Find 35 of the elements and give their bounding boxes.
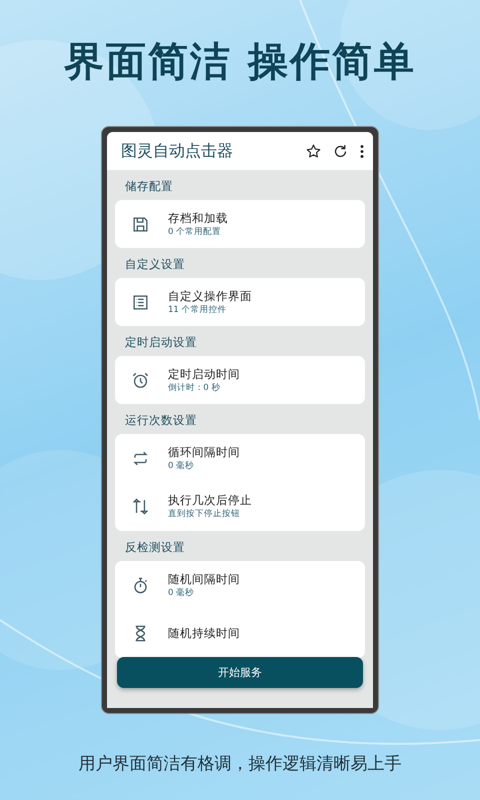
section-header: 储存配置	[124, 178, 174, 195]
item-title: 随机间隔时间	[168, 572, 240, 586]
app-title: 图灵自动点击器	[121, 140, 234, 162]
item-title: 自定义操作界面	[168, 288, 252, 304]
item-title: 循环间隔时间	[168, 444, 240, 460]
item-subtitle: 直到按下停止按钮	[168, 508, 241, 520]
section-header: 自定义设置	[124, 256, 186, 273]
section-header: 反检测设置	[124, 539, 186, 556]
star-icon[interactable]	[305, 142, 322, 160]
caption: 用户界面简洁有格调，操作逻辑清晰易上手	[78, 753, 402, 775]
item-title: 随机持续时间	[168, 626, 240, 641]
alarm-clock-icon	[131, 370, 150, 390]
settings-item[interactable]: 自定义操作界面 11 个常用控件	[115, 278, 365, 326]
start-service-button[interactable]: 开始服务	[117, 657, 363, 688]
more-icon[interactable]	[359, 142, 365, 160]
settings-item[interactable]: 定时启动时间 倒计时 : 0 秒	[115, 356, 365, 404]
settings-item[interactable]: 执行几次后停止 直到按下停止按钮	[115, 482, 365, 531]
item-subtitle: 11 个常用控件	[168, 304, 228, 316]
headline: 界面简洁 操作简单	[64, 38, 416, 87]
list-icon	[131, 292, 150, 312]
refresh-icon[interactable]	[332, 142, 349, 160]
item-title: 存档和加载	[168, 210, 228, 226]
item-title: 定时启动时间	[168, 366, 240, 382]
item-title: 执行几次后停止	[168, 493, 252, 508]
item-subtitle: 0 毫秒	[168, 460, 196, 472]
settings-item[interactable]: 循环间隔时间 0 毫秒	[115, 434, 365, 482]
item-subtitle: 倒计时 : 0 秒	[168, 382, 222, 394]
section-header: 运行次数设置	[124, 412, 198, 429]
repeat-icon	[131, 497, 150, 516]
item-subtitle: 0 毫秒	[168, 586, 196, 598]
settings-item[interactable]: 随机间隔时间 0 毫秒	[115, 561, 365, 609]
settings-item[interactable]: 存档和加载 0 个常用配置	[115, 200, 365, 248]
settings-item[interactable]: 随机持续时间	[115, 609, 365, 658]
section-header: 定时启动设置	[124, 334, 198, 351]
item-subtitle: 0 个常用配置	[168, 226, 222, 238]
